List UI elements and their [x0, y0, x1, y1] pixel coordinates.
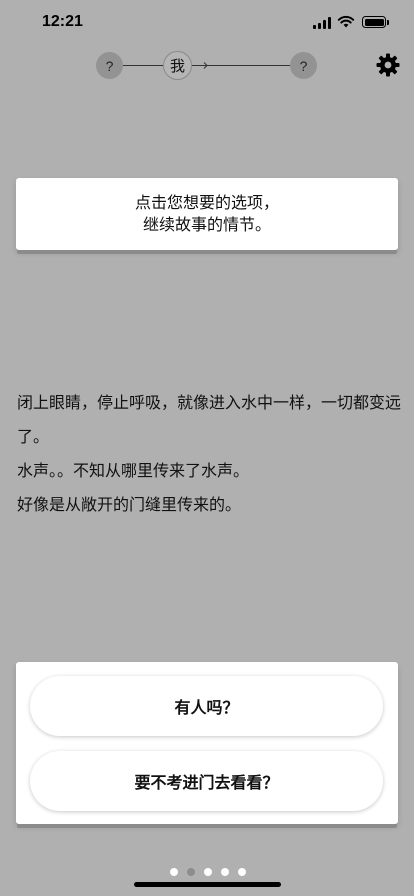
choice-button-2[interactable]: 要不考进门去看看？ — [30, 751, 383, 811]
page-indicator — [170, 868, 250, 876]
hint-line-1: 点击您想要的选项， — [134, 193, 279, 212]
wifi-icon — [337, 15, 355, 28]
hint-card: 点击您想要的选项， 继续故事的情节。 — [16, 178, 398, 250]
page-dot-active[interactable] — [187, 868, 195, 876]
story-paragraph: 好像是从敞开的门缝里传来的。 — [17, 495, 242, 514]
choice-button-1[interactable]: 有人吗？ — [30, 676, 383, 736]
arrow-right-icon — [200, 62, 208, 69]
hint-line-2: 继续故事的情节。 — [142, 215, 271, 234]
status-time: 12:21 — [42, 13, 83, 30]
battery-tip — [387, 20, 389, 25]
story-text: 闭上眼睛，停止呼吸，就像进入水中一样，一切都变远了。 水声。。不知从哪里传来了水… — [17, 386, 402, 522]
gear-icon[interactable] — [376, 53, 400, 77]
progress-node-next[interactable]: ? — [290, 52, 317, 79]
page-dot[interactable] — [204, 868, 212, 876]
progress-line-left — [123, 65, 164, 66]
home-indicator[interactable] — [134, 882, 281, 887]
progress-node-previous[interactable]: ? — [96, 52, 123, 79]
signal-icon — [313, 17, 333, 29]
page-dot[interactable] — [238, 868, 246, 876]
choice-panel: 有人吗？ 要不考进门去看看？ — [16, 662, 398, 824]
story-paragraph: 水声。。不知从哪里传来了水声。 — [17, 461, 250, 480]
battery-icon — [362, 16, 386, 28]
page-dot[interactable] — [221, 868, 229, 876]
status-bar: 12:21 — [0, 0, 414, 44]
page-dot[interactable] — [170, 868, 178, 876]
story-paragraph: 闭上眼睛，停止呼吸，就像进入水中一样，一切都变远了。 — [17, 393, 402, 446]
progress-node-current[interactable]: 我 — [163, 51, 192, 80]
